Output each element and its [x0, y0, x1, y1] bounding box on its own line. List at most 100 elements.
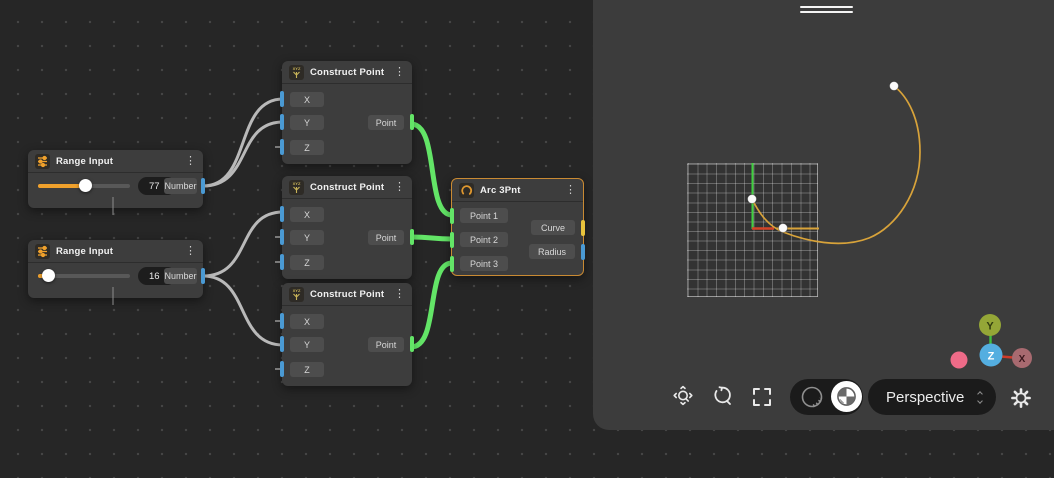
- wire-cp1-to-arc-point1[interactable]: [411, 124, 452, 215]
- input-port-y[interactable]: [280, 336, 284, 352]
- wireframe-mode-icon[interactable]: [800, 385, 824, 409]
- node-header[interactable]: Arc 3Pnt ⋮: [452, 179, 583, 202]
- control-point-2: [748, 195, 757, 204]
- output-number-button[interactable]: Number: [164, 268, 197, 284]
- input-port-y[interactable]: [280, 229, 284, 245]
- node-construct-point-3[interactable]: XYZ Construct Point ⋮ X Y Z Point: [282, 283, 412, 386]
- collapse-chevron-icon[interactable]: [112, 287, 119, 294]
- input-x-button[interactable]: X: [290, 314, 324, 329]
- wire-cp3-to-arc-point3[interactable]: [411, 263, 452, 347]
- input-z-button[interactable]: Z: [290, 255, 324, 270]
- input-port-y[interactable]: [280, 114, 284, 130]
- input-port-x[interactable]: [280, 91, 284, 107]
- node-range-input-1[interactable]: Range Input ⋮ 77 Number: [28, 150, 203, 208]
- output-port-number[interactable]: [201, 178, 205, 194]
- pan-zoom-icon[interactable]: [671, 385, 695, 409]
- camera-mode-label: Perspective: [868, 389, 964, 406]
- node-construct-point-1[interactable]: XYZ Construct Point ⋮ X Y Z Point: [282, 61, 412, 164]
- output-port-point[interactable]: [410, 114, 414, 130]
- input-x-button[interactable]: X: [290, 207, 324, 222]
- app-canvas: Range Input ⋮ 77 Number Range Input ⋮: [0, 0, 1054, 478]
- camera-mode-dropdown[interactable]: Perspective: [868, 379, 996, 415]
- input-point3-button[interactable]: Point 3: [460, 256, 508, 271]
- shading-mode-toggle[interactable]: [790, 379, 863, 415]
- sliders-icon: [35, 244, 50, 259]
- control-point-3: [779, 224, 788, 233]
- node-header[interactable]: XYZ Construct Point ⋮: [282, 283, 412, 306]
- gizmo-neg-x-ball[interactable]: [951, 352, 968, 369]
- node-construct-point-2[interactable]: XYZ Construct Point ⋮ X Y Z Point: [282, 176, 412, 279]
- wire-range2-to-cp2-x[interactable]: [203, 212, 283, 276]
- kebab-menu-icon[interactable]: ⋮: [185, 156, 196, 167]
- scene-layer: Y Z X: [593, 0, 1054, 430]
- output-point-button[interactable]: Point: [368, 115, 404, 130]
- xyz-merge-icon: XYZ: [289, 287, 304, 302]
- output-port-point[interactable]: [410, 229, 414, 245]
- output-point-button[interactable]: Point: [368, 230, 404, 245]
- output-point-button[interactable]: Point: [368, 337, 404, 352]
- wire-range1-to-cp1-x[interactable]: [203, 99, 283, 186]
- node-title: Range Input: [56, 246, 113, 257]
- kebab-menu-icon[interactable]: ⋮: [394, 289, 405, 300]
- input-point1-button[interactable]: Point 1: [460, 208, 508, 223]
- control-point-1: [890, 82, 899, 91]
- node-title: Construct Point: [310, 289, 384, 300]
- node-title: Range Input: [56, 156, 113, 167]
- output-number-button[interactable]: Number: [164, 178, 197, 194]
- kebab-menu-icon[interactable]: ⋮: [394, 67, 405, 78]
- wire-range2-to-cp3-y[interactable]: [203, 276, 283, 345]
- input-z-button[interactable]: Z: [290, 362, 324, 377]
- dropdown-chevrons-icon: [978, 392, 982, 403]
- input-x-button[interactable]: X: [290, 92, 324, 107]
- input-port-point1[interactable]: [450, 208, 454, 224]
- shaded-mode-icon[interactable]: [831, 381, 862, 412]
- slider-fill: [38, 184, 85, 188]
- collapse-chevron-icon[interactable]: [112, 197, 119, 204]
- input-port-point2[interactable]: [450, 232, 454, 248]
- node-header[interactable]: XYZ Construct Point ⋮: [282, 61, 412, 84]
- kebab-menu-icon[interactable]: ⋮: [185, 246, 196, 257]
- kebab-menu-icon[interactable]: ⋮: [565, 185, 576, 196]
- node-title: Arc 3Pnt: [480, 185, 521, 196]
- output-port-number[interactable]: [201, 268, 205, 284]
- gizmo-y-label: Y: [986, 321, 994, 333]
- slider-knob[interactable]: [79, 179, 92, 192]
- input-port-x[interactable]: [280, 206, 284, 222]
- node-arc-3pnt[interactable]: Arc 3Pnt ⋮ Point 1 Point 2 Point 3 Curve…: [451, 178, 584, 276]
- output-curve-button[interactable]: Curve: [531, 220, 575, 235]
- fit-view-icon[interactable]: [750, 385, 774, 409]
- node-header[interactable]: Range Input ⋮: [28, 240, 203, 263]
- settings-gear-icon[interactable]: [1009, 386, 1033, 410]
- svg-text:XYZ: XYZ: [293, 288, 301, 293]
- node-header[interactable]: Range Input ⋮: [28, 150, 203, 173]
- node-header[interactable]: XYZ Construct Point ⋮: [282, 176, 412, 199]
- viewport-panel: Y Z X: [593, 0, 1054, 430]
- input-y-button[interactable]: Y: [290, 230, 324, 245]
- input-port-point3[interactable]: [450, 256, 454, 272]
- input-port-z[interactable]: [280, 361, 284, 377]
- xyz-merge-icon: XYZ: [289, 180, 304, 195]
- xyz-merge-icon: XYZ: [289, 65, 304, 80]
- input-y-button[interactable]: Y: [290, 337, 324, 352]
- wire-range1-to-cp1-y[interactable]: [203, 122, 283, 186]
- input-port-z[interactable]: [280, 254, 284, 270]
- slider-knob[interactable]: [42, 269, 55, 282]
- kebab-menu-icon[interactable]: ⋮: [394, 182, 405, 193]
- svg-text:XYZ: XYZ: [293, 66, 301, 71]
- input-port-x[interactable]: [280, 313, 284, 329]
- input-port-z[interactable]: [280, 139, 284, 155]
- output-port-radius[interactable]: [581, 244, 585, 260]
- value-text: 16: [149, 271, 160, 282]
- node-title: Construct Point: [310, 67, 384, 78]
- sliders-icon: [35, 154, 50, 169]
- output-port-curve[interactable]: [581, 220, 585, 236]
- output-radius-button[interactable]: Radius: [529, 244, 575, 259]
- input-y-button[interactable]: Y: [290, 115, 324, 130]
- gizmo-z-label: Z: [988, 351, 995, 363]
- input-point2-button[interactable]: Point 2: [460, 232, 508, 247]
- output-port-point[interactable]: [410, 336, 414, 352]
- wire-cp2-to-arc-point2[interactable]: [411, 237, 452, 239]
- node-range-input-2[interactable]: Range Input ⋮ 16 Number: [28, 240, 203, 298]
- input-z-button[interactable]: Z: [290, 140, 324, 155]
- orbit-view-icon[interactable]: [710, 384, 734, 408]
